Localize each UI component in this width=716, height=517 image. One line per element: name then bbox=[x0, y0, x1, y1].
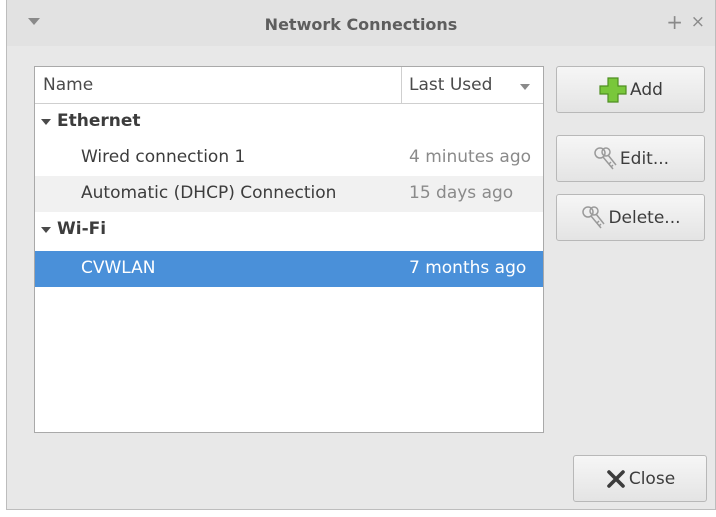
close-button-label: Close bbox=[628, 468, 676, 489]
keys-icon bbox=[594, 146, 617, 169]
expander-down-icon[interactable] bbox=[41, 226, 51, 234]
list-header: Name Last Used bbox=[35, 67, 543, 104]
delete-button[interactable]: Delete... bbox=[556, 194, 705, 241]
close-button[interactable]: Close bbox=[573, 455, 707, 502]
connection-name: Automatic (DHCP) Connection bbox=[81, 183, 337, 203]
table-row-selected[interactable]: CVWLAN 7 months ago bbox=[35, 251, 543, 287]
connection-last-used: 4 minutes ago bbox=[409, 147, 532, 167]
column-header-name[interactable]: Name bbox=[43, 75, 93, 95]
network-connections-window: Network Connections + × Name Last Used E… bbox=[6, 0, 716, 510]
x-icon bbox=[607, 469, 625, 488]
sort-down-icon[interactable] bbox=[519, 83, 531, 91]
column-separator bbox=[401, 67, 402, 103]
add-button[interactable]: Add bbox=[556, 66, 705, 113]
edit-button-label: Edit... bbox=[619, 148, 670, 169]
group-row-ethernet[interactable]: Ethernet bbox=[35, 104, 543, 140]
add-button-label: Add bbox=[630, 79, 663, 100]
titlebar: Network Connections + × bbox=[7, 0, 715, 46]
group-row-wifi[interactable]: Wi-Fi bbox=[35, 212, 543, 248]
maximize-icon[interactable]: + bbox=[666, 12, 683, 32]
edit-button[interactable]: Edit... bbox=[556, 135, 705, 182]
plus-icon bbox=[599, 76, 627, 103]
table-row[interactable]: Wired connection 1 4 minutes ago bbox=[35, 140, 543, 176]
connection-name: CVWLAN bbox=[81, 258, 156, 278]
connection-last-used: 15 days ago bbox=[409, 183, 514, 203]
delete-button-label: Delete... bbox=[608, 207, 681, 228]
connection-name: Wired connection 1 bbox=[81, 147, 246, 167]
window-title: Network Connections bbox=[264, 15, 458, 34]
connections-list[interactable]: Name Last Used Ethernet Wired connection… bbox=[34, 66, 544, 433]
connection-last-used: 7 months ago bbox=[409, 258, 527, 278]
group-label: Ethernet bbox=[57, 111, 141, 131]
column-header-last-used[interactable]: Last Used bbox=[409, 75, 492, 95]
close-window-icon[interactable]: × bbox=[691, 13, 705, 31]
group-label: Wi-Fi bbox=[57, 219, 107, 239]
expander-down-icon[interactable] bbox=[41, 118, 51, 126]
table-row[interactable]: Automatic (DHCP) Connection 15 days ago bbox=[35, 176, 543, 212]
keys-icon bbox=[582, 205, 606, 228]
